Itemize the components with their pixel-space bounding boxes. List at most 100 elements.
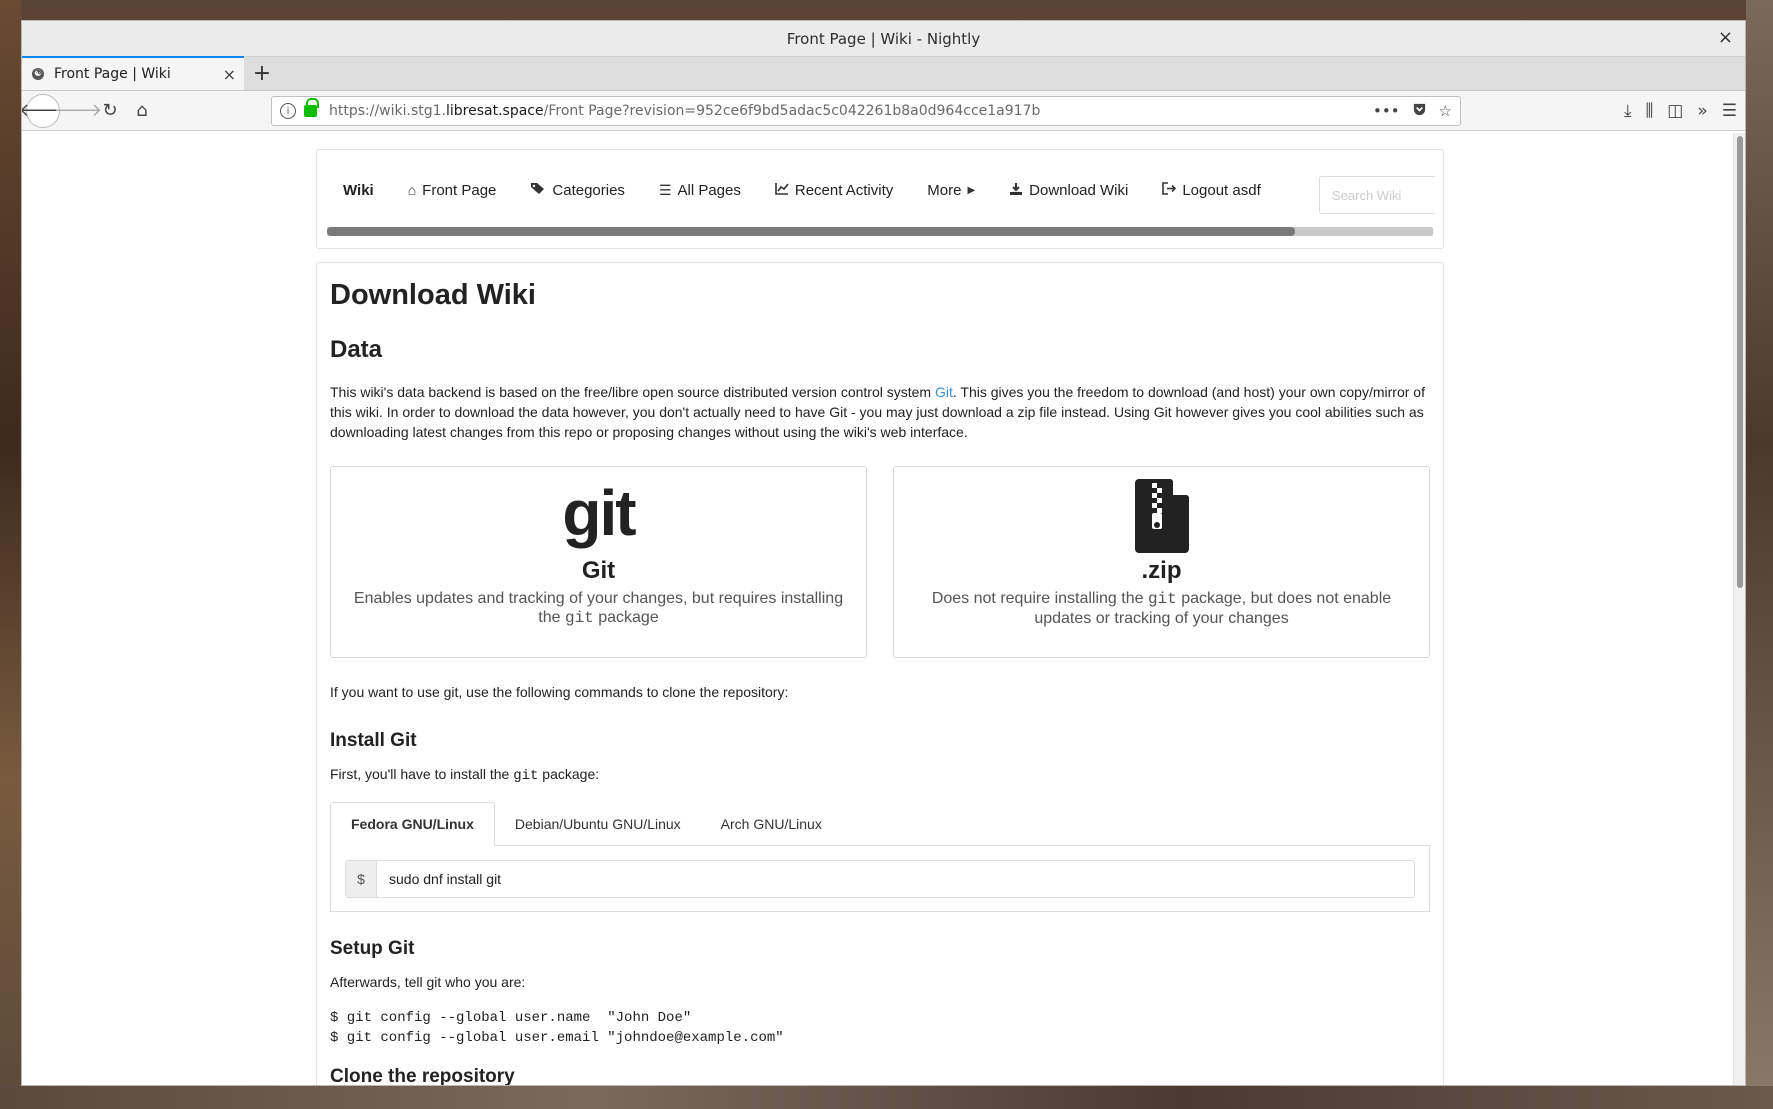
git-card-description: Enables updates and tracking of your cha…	[331, 589, 866, 628]
browser-tab[interactable]: ☯ Front Page | Wiki ×	[22, 56, 244, 90]
nav-more-dropdown[interactable]: More ▶	[927, 182, 975, 199]
nav-more-label: More	[927, 181, 962, 199]
window-close-button[interactable]: ×	[1718, 27, 1733, 48]
info-icon[interactable]: i	[280, 103, 296, 119]
intro-text-start: This wiki's data backend is based on the…	[330, 384, 935, 400]
git-card-title: Git	[581, 557, 616, 584]
install-command-box[interactable]: $ sudo dnf install git	[345, 860, 1415, 898]
wiki-nav-items: Wiki ⌂ Front Page Categories ☰ All Pages	[317, 150, 1443, 230]
nav-download-wiki[interactable]: Download Wiki	[1009, 182, 1128, 199]
wiki-navbar: Wiki ⌂ Front Page Categories ☰ All Pages	[316, 149, 1444, 249]
tags-icon	[530, 182, 546, 198]
tab-strip: ☯ Front Page | Wiki × +	[22, 56, 1745, 91]
list-icon: ☰	[658, 181, 672, 198]
zip-card[interactable]: .zip Does not require installing the git…	[893, 466, 1430, 658]
url-bar[interactable]: i https://wiki.stg1. libresat.space/Front…	[271, 96, 1461, 126]
page-scrollbar-thumb[interactable]	[1737, 136, 1743, 588]
download-options: git Git Enables updates and tracking of …	[330, 466, 1430, 658]
url-actions: ••• ☆	[1373, 102, 1452, 121]
chart-icon	[775, 182, 789, 198]
nav-recent-activity-label: Recent Activity	[794, 181, 894, 199]
nav-horizontal-scrollbar[interactable]	[327, 227, 1433, 236]
url-prefix: https://wiki.stg1.	[329, 103, 446, 119]
tab-label: Front Page | Wiki	[54, 66, 171, 82]
git-desc-end: package	[593, 609, 659, 626]
setup-code-line-1: $ git config --global user.name "John Do…	[330, 1010, 692, 1026]
install-text-code: git	[513, 768, 539, 784]
setup-code-line-2: $ git config --global user.email "johndo…	[330, 1030, 784, 1046]
install-git-text: First, you'll have to install the git pa…	[330, 766, 1430, 784]
window-title: Front Page | Wiki - Nightly	[786, 29, 981, 48]
hamburger-menu-icon[interactable]: ☰	[1722, 101, 1737, 121]
downloads-icon[interactable]: ⤓	[1624, 101, 1632, 121]
nav-all-pages-label: All Pages	[677, 181, 741, 199]
new-tab-button[interactable]: +	[244, 56, 280, 90]
install-command[interactable]: sudo dnf install git	[377, 861, 513, 897]
data-heading: Data	[330, 336, 383, 363]
setup-git-heading: Setup Git	[330, 938, 415, 959]
tab-debian-ubuntu[interactable]: Debian/Ubuntu GNU/Linux	[495, 802, 701, 846]
zip-card-title: .zip	[1141, 557, 1182, 584]
forward-button[interactable]: 🡒	[54, 95, 102, 127]
page-title: Download Wiki	[330, 279, 536, 311]
page-viewport: Wiki ⌂ Front Page Categories ☰ All Pages	[22, 133, 1745, 1086]
search-input[interactable]: Search Wiki	[1319, 176, 1435, 214]
desktop-background-bottom	[0, 1086, 1773, 1109]
lock-icon[interactable]	[304, 98, 319, 117]
tab-close-button[interactable]: ×	[223, 65, 236, 84]
desktop-background-right	[1746, 0, 1773, 1109]
git-link[interactable]: Git	[935, 384, 953, 400]
url-domain: libresat.space	[446, 103, 544, 119]
page-scrollbar[interactable]	[1733, 133, 1745, 1085]
wiki-brand-link[interactable]: Wiki	[343, 182, 374, 199]
pocket-icon[interactable]	[1412, 102, 1427, 121]
url-path: /Front Page?revision=952ce6f9bd5adac5c04…	[543, 103, 1041, 119]
home-icon: ⌂	[407, 182, 417, 198]
nav-scrollbar-thumb[interactable]	[327, 227, 1295, 236]
clone-heading: Clone the repository	[330, 1066, 515, 1086]
os-tab-panel: $ sudo dnf install git	[330, 846, 1430, 912]
page-actions-icon[interactable]: •••	[1373, 102, 1400, 120]
nav-all-pages[interactable]: ☰ All Pages	[659, 182, 741, 199]
bookmark-star-icon[interactable]: ☆	[1439, 102, 1452, 120]
browser-window: Front Page | Wiki - Nightly × ☯ Front Pa…	[21, 20, 1746, 1086]
tab-fedora[interactable]: Fedora GNU/Linux	[330, 802, 495, 846]
nav-front-page-label: Front Page	[422, 181, 497, 199]
tab-arch[interactable]: Arch GNU/Linux	[701, 802, 842, 846]
favicon-icon: ☯	[32, 68, 44, 80]
zip-desc-code: git	[1147, 590, 1177, 608]
desktop-background-left	[0, 0, 21, 1109]
zip-card-description: Does not require installing the git pack…	[894, 589, 1429, 628]
sidebar-icon[interactable]: ◫	[1667, 101, 1683, 121]
setup-git-text: Afterwards, tell git who you are:	[330, 974, 526, 990]
install-text-end: package:	[538, 766, 600, 782]
zip-file-icon	[1134, 479, 1189, 553]
git-desc-code: git	[564, 609, 594, 627]
main-content: Download Wiki Data This wiki's data back…	[316, 262, 1444, 1086]
download-icon	[1009, 182, 1023, 199]
os-tabs: Fedora GNU/Linux Debian/Ubuntu GNU/Linux…	[330, 802, 1430, 846]
setup-code-block[interactable]: $ git config --global user.name "John Do…	[330, 1008, 1430, 1048]
shell-prompt: $	[346, 861, 377, 897]
overflow-chevron-icon[interactable]: »	[1697, 101, 1707, 121]
nav-logout[interactable]: Logout asdf	[1162, 182, 1261, 199]
home-button[interactable]: ⌂	[126, 95, 158, 127]
clone-intro-text: If you want to use git, use the followin…	[330, 684, 789, 700]
nav-recent-activity[interactable]: Recent Activity	[775, 182, 893, 199]
titlebar: Front Page | Wiki - Nightly ×	[22, 21, 1745, 57]
nav-categories-label: Categories	[552, 181, 625, 199]
git-logo: git	[562, 477, 636, 549]
logout-icon	[1162, 182, 1177, 198]
nav-front-page[interactable]: ⌂ Front Page	[408, 182, 497, 199]
install-text-start: First, you'll have to install the	[330, 766, 514, 782]
install-git-heading: Install Git	[330, 730, 417, 751]
right-toolbar: ⤓ ⫼ ◫ » ☰	[1624, 101, 1737, 121]
nav-categories[interactable]: Categories	[530, 182, 625, 199]
nav-download-wiki-label: Download Wiki	[1029, 181, 1129, 199]
intro-paragraph: This wiki's data backend is based on the…	[330, 382, 1430, 442]
caret-right-icon: ▶	[967, 184, 976, 196]
library-icon[interactable]: ⫼	[1645, 101, 1653, 121]
git-card[interactable]: git Git Enables updates and tracking of …	[330, 466, 867, 658]
nav-toolbar: 🡐 🡒 ↻ ⌂ i https://wiki.stg1. libresat.spa…	[22, 91, 1745, 131]
reload-button[interactable]: ↻	[94, 95, 126, 127]
